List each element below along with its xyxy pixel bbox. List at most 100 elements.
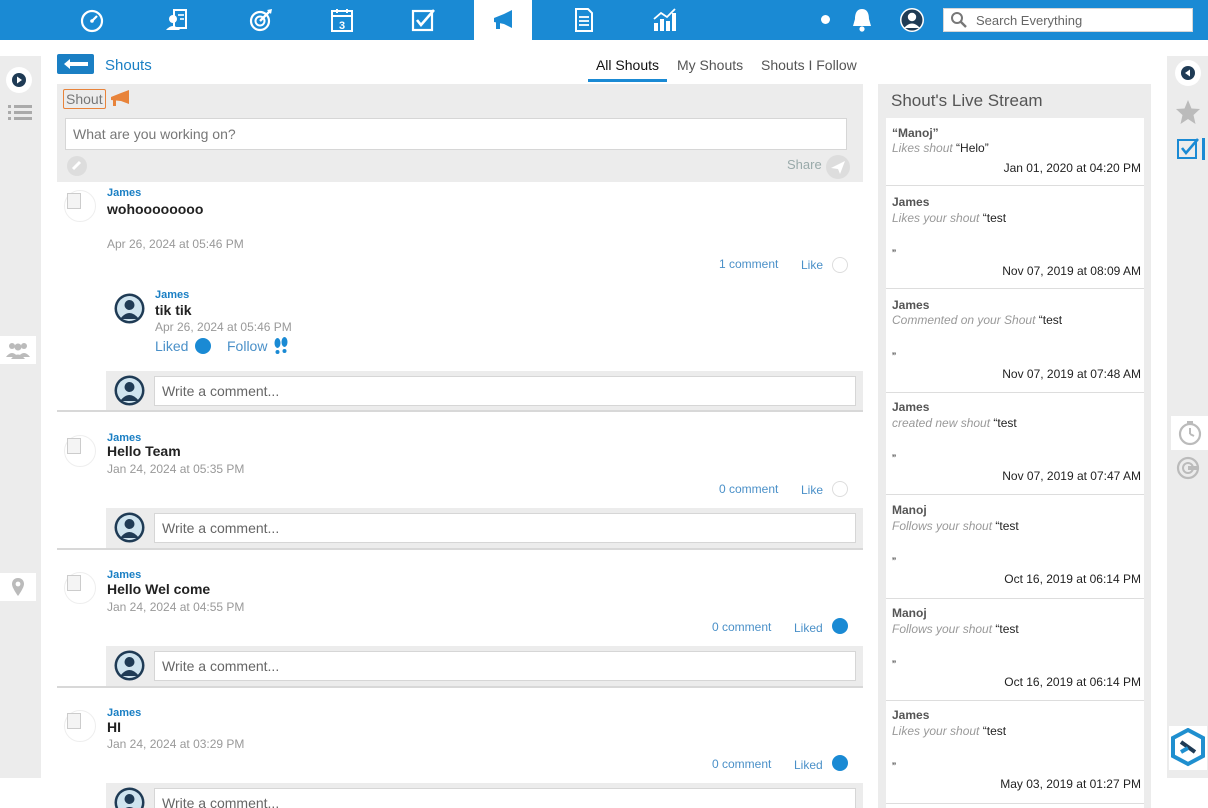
avatar [114,512,145,546]
live-stream-panel: Shout's Live Stream “Manoj” Likes shout … [878,84,1151,808]
list-icon[interactable] [6,102,34,124]
stream-item-action: Follows your shout [892,622,993,636]
shouts-icon[interactable] [474,0,532,40]
comment-count-link[interactable]: 0 comment [719,482,778,496]
svg-text:3: 3 [339,20,345,32]
stream-item[interactable]: James Commented on your Shout “test ” No… [886,291,1144,393]
bell-icon[interactable] [834,0,890,40]
liked-link[interactable]: Liked [794,758,823,772]
stream-item-close-quote: ” [892,452,896,466]
stream-item-date: Nov 07, 2019 at 07:48 AM [1002,367,1141,381]
avatar [114,650,145,684]
stream-item-quote: “test [982,724,1007,738]
tab-my-shouts[interactable]: My Shouts [677,57,743,79]
team-icon[interactable] [0,336,36,364]
reply-date: Apr 26, 2024 at 05:46 PM [155,320,292,334]
smile-icon[interactable] [195,338,211,354]
stream-item-action: created new shout [892,416,991,430]
documents-icon[interactable] [555,0,613,40]
stream-item-close-quote: ” [892,350,896,364]
comment-input[interactable] [154,513,856,543]
stream-item[interactable]: “Manoj” Likes shout “Helo” Jan 01, 2020 … [886,118,1144,186]
like-icon[interactable] [832,481,848,497]
liked-link[interactable]: Liked [794,621,823,635]
attach-icon[interactable] [67,156,87,179]
stream-item[interactable]: James Likes your shout “test ” Nov 07, 2… [886,188,1144,289]
like-link[interactable]: Like [801,258,823,272]
live-stream-list[interactable]: “Manoj” Likes shout “Helo” Jan 01, 2020 … [886,118,1144,808]
timer-icon[interactable] [1171,416,1208,450]
stream-item-name: “Manoj” [892,126,939,140]
tab-all-shouts[interactable]: All Shouts [588,57,667,82]
avatar [64,572,96,604]
smile-icon[interactable] [832,755,848,771]
tasks-icon[interactable] [394,0,452,40]
like-icon[interactable] [832,257,848,273]
comment-row [106,371,863,411]
shout-input[interactable] [65,118,847,150]
post-date: Jan 24, 2024 at 03:29 PM [107,737,245,751]
share-icon[interactable] [826,155,850,182]
comment-count-link[interactable]: 1 comment [719,257,778,271]
stream-item-date: Jan 01, 2020 at 04:20 PM [1003,161,1141,175]
search-box[interactable] [943,8,1193,32]
post-text: HI [107,719,121,735]
smile-icon[interactable] [832,618,848,634]
goals-icon[interactable] [232,0,290,40]
refresh-icon[interactable] [1174,454,1202,482]
stream-item-action: Likes your shout [892,724,980,738]
avatar [114,375,145,409]
collapse-right-button[interactable] [1175,60,1201,86]
post-date: Jan 24, 2024 at 04:55 PM [107,600,245,614]
page-title: Shouts [105,57,152,74]
reply-follow-link[interactable]: Follow [227,338,267,354]
avatar [64,710,96,742]
stream-item-action: Follows your shout [892,519,993,533]
stream-item-close-quote: ” [892,247,896,261]
comment-input[interactable] [154,376,856,406]
calendar-icon[interactable]: 3 [313,0,371,40]
reply-author[interactable]: James [155,289,189,301]
stream-item-date: Oct 16, 2019 at 06:14 PM [1004,572,1141,586]
footprints-icon[interactable] [273,337,289,358]
location-pin-icon[interactable] [0,573,36,601]
stream-item-name: James [892,298,930,312]
back-button[interactable] [57,54,94,74]
stream-item[interactable]: Manoj Follows your shout “test ” Oct 16,… [886,497,1144,599]
stream-item-name: Manoj [892,606,927,620]
post-author[interactable]: James [107,187,141,199]
expand-left-button[interactable] [6,67,32,93]
stream-item-quote: “Helo” [956,141,989,155]
post-author[interactable]: James [107,569,141,581]
search-input[interactable] [976,12,1176,28]
tab-shouts-i-follow[interactable]: Shouts I Follow [761,57,857,79]
stream-item-action: Likes shout [892,141,953,155]
avatar [114,293,145,327]
share-label[interactable]: Share [787,157,822,172]
comment-count-link[interactable]: 0 comment [712,757,771,771]
avatar [64,190,96,222]
stream-item[interactable]: Manoj Follows your shout “test ” Oct 16,… [886,600,1144,701]
comment-count-link[interactable]: 0 comment [712,620,771,634]
right-rail [1167,56,1208,778]
contacts-icon[interactable] [148,0,206,40]
comment-row [106,508,863,548]
user-avatar[interactable] [890,0,934,40]
post-author[interactable]: James [107,707,141,719]
post-date: Jan 24, 2024 at 05:35 PM [107,462,245,476]
star-icon[interactable] [1174,98,1202,126]
shout-label: Shout [63,89,106,109]
stream-item-name: James [892,708,930,722]
shout-composer: Shout Share [57,84,863,182]
like-link[interactable]: Like [801,483,823,497]
comment-input[interactable] [154,788,856,808]
stream-item[interactable]: James Likes your shout “test ” May 03, 2… [886,702,1144,804]
reply-liked-link[interactable]: Liked [155,338,188,354]
comment-input[interactable] [154,651,856,681]
checklist-icon[interactable] [1174,135,1208,163]
dashboard-icon[interactable] [63,0,121,40]
left-rail [0,56,41,778]
stream-item[interactable]: James created new shout “test ” Nov 07, … [886,394,1144,495]
reports-icon[interactable] [635,0,693,40]
stream-item-date: Nov 07, 2019 at 08:09 AM [1002,264,1141,278]
